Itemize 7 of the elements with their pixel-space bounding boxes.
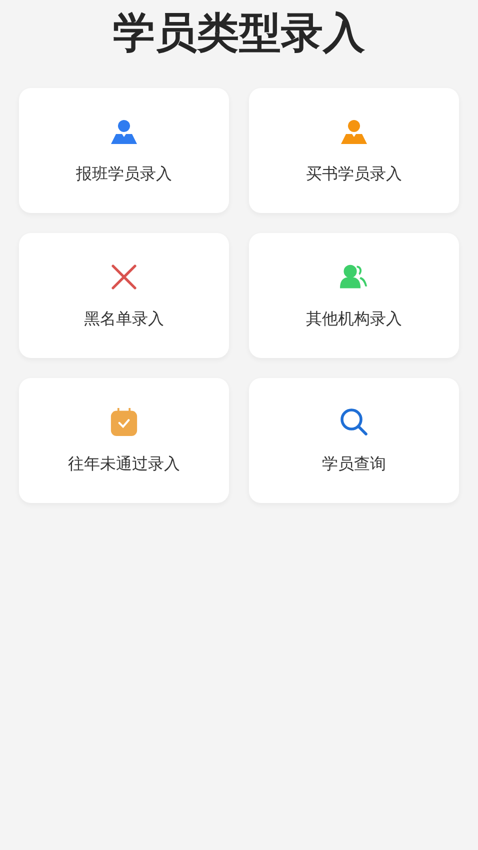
menu-card[interactable]: 报班学员录入 (19, 88, 229, 213)
menu-card[interactable]: 学员查询 (249, 378, 459, 503)
page-title: 学员类型录入 (112, 7, 366, 59)
menu-card[interactable]: 黑名单录入 (19, 233, 229, 358)
menu-card[interactable]: 其他机构录入 (249, 233, 459, 358)
menu-card[interactable]: 买书学员录入 (249, 88, 459, 213)
menu-card[interactable]: 往年未通过录入 (19, 378, 229, 503)
